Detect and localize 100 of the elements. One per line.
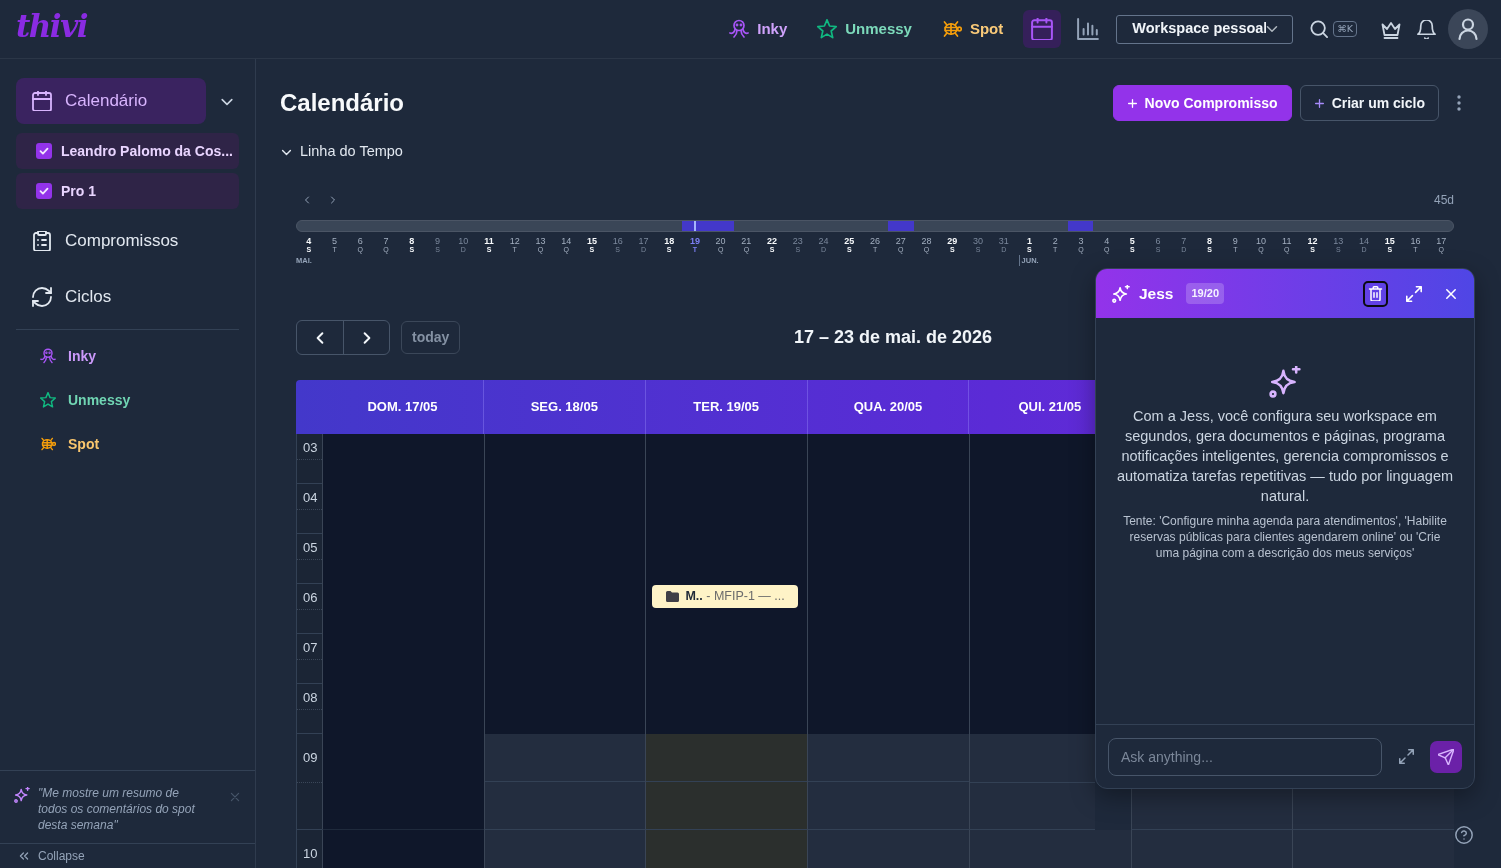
hour-label: 08 <box>303 690 318 705</box>
today-marker-icon <box>694 221 697 231</box>
day-heading: QUI. 21/05 <box>1018 398 1082 417</box>
help-button[interactable] <box>1455 826 1473 844</box>
search-button[interactable] <box>1310 20 1329 38</box>
close-icon <box>229 791 241 803</box>
bar-chart-icon <box>1077 18 1100 40</box>
hour-label: 10 <box>303 846 318 861</box>
new-appointment-button[interactable]: Novo Compromisso <box>1112 85 1292 121</box>
sidebar-item[interactable]: Compromissos <box>16 217 239 265</box>
expand-icon <box>1399 749 1414 764</box>
timeline-prev-button[interactable] <box>302 195 312 205</box>
checkbox-icon[interactable] <box>36 183 52 199</box>
timeline-date: 20 <box>715 236 726 246</box>
clear-chat-button[interactable] <box>1363 280 1388 307</box>
close-button[interactable] <box>1444 286 1458 301</box>
notifications-button[interactable] <box>1417 19 1436 39</box>
more-button[interactable] <box>1457 95 1461 111</box>
expand-icon <box>1406 285 1422 302</box>
timeline-date: 19 <box>689 236 700 246</box>
timeline-date: 18 <box>664 236 675 246</box>
timeline-date: 6 <box>357 236 363 246</box>
timeline-date: 12 <box>509 236 520 246</box>
expand-input-button[interactable] <box>1399 749 1414 764</box>
timeline-date: 25 <box>844 236 855 246</box>
workspace-select[interactable]: Workspace pessoal <box>1116 14 1294 44</box>
timeline-date: 15 <box>1384 236 1395 246</box>
timeline-date: 26 <box>870 236 881 246</box>
app-link[interactable]: Unmessy <box>817 13 912 45</box>
usage-count: 19/20 <box>1186 283 1224 304</box>
sidebar-app-link[interactable]: Unmessy <box>16 378 239 422</box>
timeline-date: 5 <box>332 236 338 246</box>
send-button[interactable] <box>1430 740 1462 773</box>
timeline-date: 8 <box>1207 236 1213 246</box>
chevron-left-icon <box>302 195 312 205</box>
collapse-button[interactable]: Collapse <box>0 843 255 868</box>
shortcut-hint: ⌘K <box>1333 21 1357 37</box>
calendar-view-button[interactable] <box>1023 10 1062 48</box>
calendar-toggle[interactable]: Leandro Palomo da Cos... <box>16 133 239 169</box>
timeline-toggle[interactable]: Linha do Tempo <box>280 142 403 162</box>
double-chevron-left-icon <box>18 850 30 862</box>
timeline-date: 3 <box>1078 236 1084 246</box>
timeline-date: 21 <box>741 236 752 246</box>
day-heading: DOM. 17/05 <box>367 398 438 417</box>
help-icon <box>1455 826 1473 844</box>
timeline-date: 16 <box>612 236 623 246</box>
hour-label: 05 <box>303 540 318 555</box>
timeline-date: 11 <box>484 236 494 246</box>
timeline-date: 9 <box>435 236 441 246</box>
calendar-icon <box>32 91 52 111</box>
day-heading: SEG. 18/05 <box>530 398 598 417</box>
app-link[interactable]: Inky <box>729 13 788 45</box>
sidebar-app-link[interactable]: Inky <box>16 334 239 378</box>
close-icon <box>1444 286 1458 301</box>
sidebar-app-link[interactable]: Spot <box>16 422 239 466</box>
timeline-date: 14 <box>1358 236 1369 246</box>
calendar-event[interactable]: M.. - MFIP-1 — ... <box>652 585 799 608</box>
calendar-toggle[interactable]: Pro 1 <box>16 173 239 209</box>
plus-icon <box>1126 97 1138 109</box>
timeline-date: 27 <box>895 236 906 246</box>
timeline-date: 9 <box>1232 236 1238 246</box>
timeline-date: 12 <box>1307 236 1318 246</box>
message-input[interactable]: Ask anything... <box>1108 737 1382 776</box>
hour-label: 07 <box>303 640 318 655</box>
timeline-date: 7 <box>383 236 389 246</box>
timeline-date: 17 <box>638 236 649 246</box>
crown-button[interactable] <box>1381 19 1401 39</box>
sparkle-icon <box>14 787 30 803</box>
expand-button[interactable] <box>1406 285 1422 302</box>
folder-icon <box>666 591 680 602</box>
send-icon <box>1438 748 1454 765</box>
timeline-date: 15 <box>586 236 597 246</box>
hour-label: 04 <box>303 490 318 505</box>
bell-icon <box>1417 19 1436 39</box>
timeline-date: 13 <box>1333 236 1344 246</box>
checkbox-icon[interactable] <box>36 143 52 159</box>
app-link[interactable]: Spot <box>941 13 1004 45</box>
timeline-date: 5 <box>1129 236 1135 246</box>
timeline-date: 10 <box>458 236 469 246</box>
day-heading: QUA. 20/05 <box>853 398 923 417</box>
sidebar-item[interactable]: Calendário <box>16 78 206 124</box>
timeline-next-button[interactable] <box>328 195 338 205</box>
crown-icon <box>1381 19 1401 39</box>
timeline-date: 17 <box>1436 236 1447 246</box>
sidebar-item[interactable]: Ciclos <box>16 273 239 321</box>
timeline-date: 24 <box>818 236 829 246</box>
calendar-icon <box>1031 18 1054 40</box>
avatar-icon[interactable] <box>1448 9 1488 49</box>
suggestion-text: "Me mostre um resumo de todos os comentários do spot desta semana" <box>38 785 196 833</box>
timeline-date: 29 <box>947 236 958 246</box>
timeline-date: 7 <box>1181 236 1187 246</box>
date-range-title: 17 – 23 de mai. de 2026 <box>794 326 993 349</box>
timeline-date: 13 <box>535 236 546 246</box>
hour-label: 06 <box>303 590 318 605</box>
timeline-date: 4 <box>1104 236 1110 246</box>
create-cycle-button[interactable]: Criar um ciclo <box>1299 85 1439 121</box>
clipboard-icon <box>32 231 52 251</box>
timeline-span: 45d <box>1433 192 1454 209</box>
hour-label: 03 <box>303 440 318 455</box>
timeline-date: 11 <box>1282 236 1292 246</box>
